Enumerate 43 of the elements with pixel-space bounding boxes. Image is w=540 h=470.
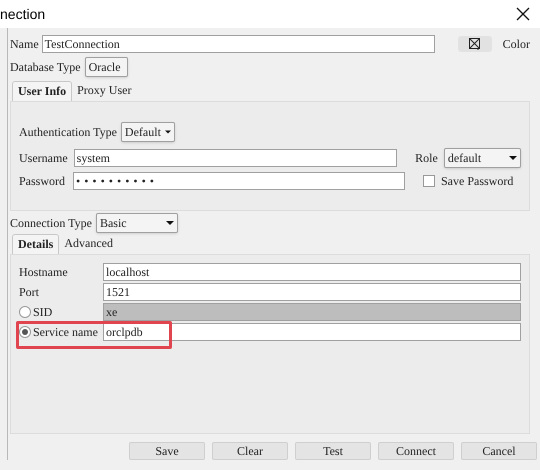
input-field[interactable]: localhost — [103, 263, 521, 281]
caret-icon — [166, 221, 174, 225]
caret-icon — [164, 130, 171, 134]
field-label: Port — [19, 284, 40, 301]
field-label: Name — [10, 36, 39, 53]
field-label: Database Type — [10, 59, 81, 76]
tab[interactable]: Proxy User — [72, 81, 136, 101]
dropdown[interactable]: default — [444, 148, 521, 168]
field-label: Username — [19, 150, 68, 167]
field-label: Color — [502, 36, 530, 53]
field-label: Authentication Type — [19, 124, 117, 141]
dialog-button[interactable]: Cancel — [461, 442, 537, 460]
radio-button[interactable] — [19, 306, 31, 318]
field-label: Connection Type — [10, 215, 92, 232]
color-button[interactable] — [458, 36, 492, 52]
dropdown[interactable]: Basic — [96, 213, 178, 233]
dropdown[interactable]: Oracle — [84, 57, 128, 77]
radio-button[interactable] — [19, 326, 31, 338]
window-title: nection — [0, 4, 46, 24]
input-field[interactable]: system — [74, 149, 398, 167]
dialog-button[interactable]: Clear — [212, 442, 288, 460]
caret-icon — [509, 156, 517, 160]
tab[interactable]: Advanced — [59, 234, 118, 254]
input-field[interactable]: xe — [103, 303, 521, 321]
input-field[interactable]: •••••••••• — [73, 172, 405, 190]
checkbox[interactable] — [423, 175, 435, 187]
close-icon[interactable] — [516, 7, 530, 21]
dropdown[interactable]: Default — [120, 122, 175, 142]
dialog-button[interactable]: Test — [295, 442, 371, 460]
color-picker-icon — [468, 38, 481, 50]
dialog-button[interactable]: Save — [129, 442, 205, 460]
field-label: Password — [19, 173, 66, 190]
checkbox-label: Save Password — [441, 173, 514, 190]
field-label: SID — [33, 304, 52, 321]
tab[interactable]: Details — [12, 234, 60, 254]
field-label: Hostname — [19, 264, 68, 281]
input-field[interactable]: orclpdb — [103, 323, 521, 341]
input-field[interactable]: TestConnection — [42, 35, 435, 53]
input-field[interactable]: 1521 — [103, 283, 521, 301]
field-label: Role — [415, 150, 438, 167]
dialog-button[interactable]: Connect — [378, 442, 454, 460]
field-label: Service name — [33, 324, 98, 341]
tab[interactable]: User Info — [12, 81, 72, 101]
